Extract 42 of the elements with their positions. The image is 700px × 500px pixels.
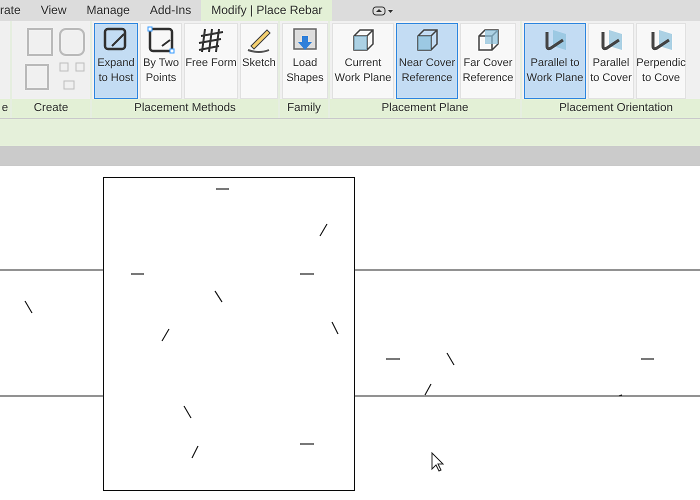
rebar-mark (216, 188, 229, 190)
rebar-mark (131, 273, 144, 275)
ribbon-button[interactable]: Parallel to Work Plane (524, 23, 586, 99)
ribbon-button[interactable]: Parallel to Cover (588, 23, 634, 99)
ribbon-tab[interactable]: Add-Ins (140, 0, 202, 21)
rebar-mark (641, 358, 654, 360)
ribbon-tab[interactable]: View (30, 0, 76, 21)
rebar-mark (331, 322, 339, 334)
rebar-mark (319, 224, 328, 236)
ribbon-tab[interactable]: Modify | Place Rebar (201, 0, 332, 21)
rebar-mark (446, 352, 455, 366)
panel-label: e (0, 99, 10, 118)
panel-label: Placement Plane (330, 99, 520, 118)
ribbon-button[interactable]: By Two Points (140, 23, 182, 99)
ribbon-tab[interactable]: rate (0, 0, 31, 21)
rebar-mark (618, 394, 622, 397)
panel-label: Placement Methods (92, 99, 278, 118)
ribbon-button[interactable]: Far Cover Reference (460, 23, 516, 99)
cursor-icon (432, 452, 444, 472)
rebar-mark (300, 443, 314, 445)
two-points-icon (147, 26, 175, 54)
rebar-mark (386, 358, 400, 360)
rebar-mark (183, 406, 192, 418)
panel-label: Placement Orientation (522, 99, 700, 118)
ribbon-button[interactable]: Current Work Plane (332, 23, 394, 99)
ribbon-button[interactable]: Free Form (184, 23, 238, 99)
ribbon-tab[interactable]: Manage (76, 0, 140, 21)
grid-icon (197, 26, 225, 54)
rebar-mark (161, 328, 170, 342)
ribbon-button[interactable]: Load Shapes (282, 23, 328, 99)
rebar-mark (424, 384, 432, 396)
ribbon-button[interactable]: Perpendic to Cove (636, 23, 686, 99)
ribbon-button[interactable]: Near Cover Reference (396, 23, 458, 99)
rebar-mark (191, 446, 199, 458)
panel-label: Create (12, 99, 90, 118)
rebar-mark (214, 290, 222, 302)
panel-label: Family (280, 99, 328, 118)
dropdown-icon[interactable] (372, 6, 394, 16)
ribbon-button[interactable]: Sketch (240, 23, 278, 99)
rebar-mark (24, 300, 33, 314)
ribbon-button[interactable]: Expand to Host (94, 23, 138, 99)
rebar-mark (300, 273, 314, 275)
